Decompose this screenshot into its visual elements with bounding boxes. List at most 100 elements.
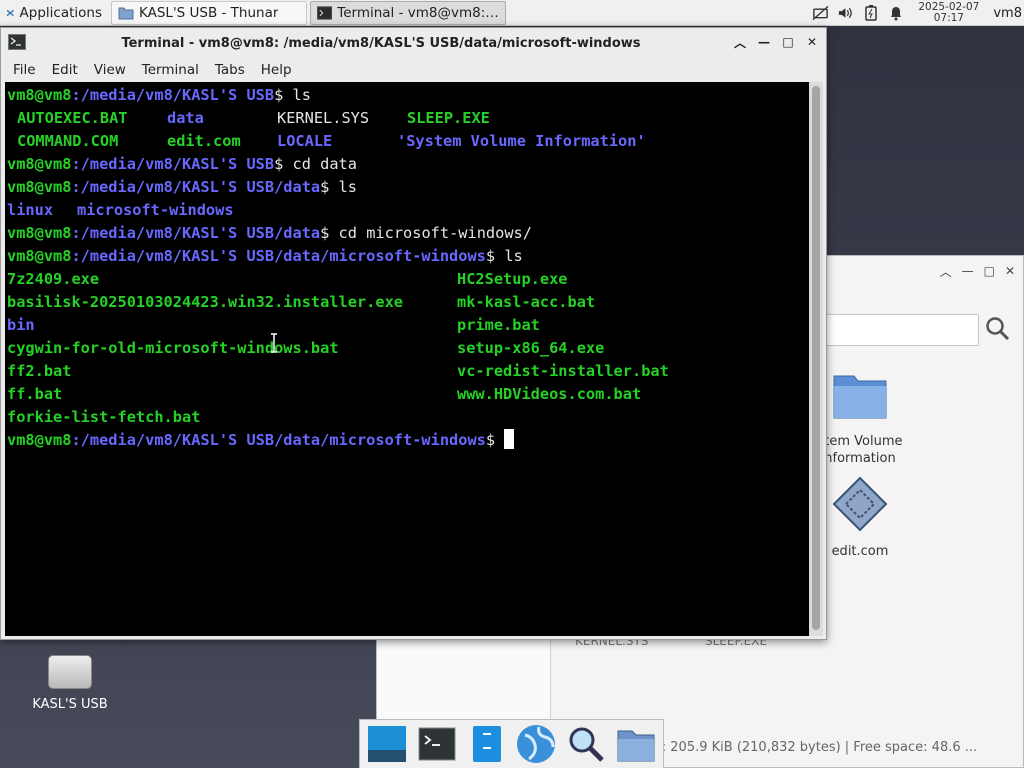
executable-file-icon — [832, 476, 888, 532]
ls-entry: microsoft-windows — [77, 201, 234, 219]
file-manager-launcher-icon[interactable] — [465, 722, 509, 766]
ls-entry: bin — [7, 316, 35, 334]
menu-view[interactable]: View — [86, 62, 134, 78]
taskbar-thunar-button[interactable]: KASL'S USB - Thunar — [111, 0, 307, 25]
desktop-usb-drive[interactable]: KASL'S USB — [30, 655, 110, 712]
command-text: $ cd microsoft-windows/ — [320, 224, 532, 242]
terminal-launcher-icon[interactable] — [415, 722, 459, 766]
command-text: $ cd data — [274, 155, 357, 173]
ls-entry: data — [167, 109, 204, 127]
dock — [359, 719, 664, 768]
menu-edit[interactable]: Edit — [44, 62, 86, 78]
network-icon[interactable] — [812, 5, 829, 22]
ls-output-line: COMMAND.COM edit.com LOCALE 'System Volume … — [7, 130, 809, 153]
ls-entry: prime.bat — [457, 316, 540, 334]
user-menu[interactable]: vm8 — [993, 6, 1022, 21]
command-text: $ ls — [485, 247, 523, 265]
maximize-icon[interactable]: □ — [984, 264, 995, 278]
prompt-path: :/media/vm8/KASL'S USB — [71, 155, 275, 173]
xfce-logo-icon — [6, 9, 14, 16]
minimize-icon[interactable]: — — [756, 34, 772, 50]
ls-entry: vc-redist-installer.bat — [457, 362, 669, 380]
command-text: $ ls — [274, 86, 311, 104]
ls-entry: edit.com — [167, 132, 241, 150]
folder-item-system-volume[interactable]: stem Volume nformation — [815, 364, 905, 467]
ls-output-line: basilisk-20250103024423.win32.installer.… — [7, 291, 809, 314]
battery-icon[interactable] — [862, 5, 879, 22]
taskbar-thunar-label: KASL'S USB - Thunar — [139, 4, 279, 21]
prompt-line: vm8@vm8:/media/vm8/KASL'S USB/data/micro… — [7, 245, 809, 268]
file-item-edit-com[interactable]: edit.com — [815, 474, 905, 560]
prompt-line: vm8@vm8:/media/vm8/KASL'S USB/data$ ls — [7, 176, 809, 199]
ls-entry: COMMAND.COM — [17, 132, 119, 150]
folder-launcher-icon[interactable] — [614, 722, 658, 766]
usb-drive-icon — [48, 655, 92, 689]
prompt-path: :/media/vm8/KASL'S USB — [71, 86, 275, 104]
web-browser-launcher-icon[interactable] — [514, 722, 558, 766]
prompt-line: vm8@vm8:/media/vm8/KASL'S USB/data$ cd m… — [7, 222, 809, 245]
ls-entry: HC2Setup.exe — [457, 270, 568, 288]
folder-icon — [118, 7, 134, 19]
clock[interactable]: 2025-02-07 07:17 — [918, 2, 979, 24]
volume-icon[interactable] — [837, 5, 854, 22]
thunar-statusbar: es: 205.9 KiB (210,832 bytes) | Free spa… — [647, 740, 978, 755]
prompt-user: vm8@vm8 — [7, 247, 72, 265]
close-icon[interactable]: ✕ — [1005, 264, 1015, 278]
prompt-user: vm8@vm8 — [7, 224, 72, 242]
maximize-icon[interactable]: □ — [780, 34, 796, 50]
search-icon[interactable] — [985, 316, 1011, 344]
top-panel: Applications KASL'S USB - Thunar Termina… — [0, 0, 1024, 26]
minimize-icon[interactable]: — — [962, 264, 974, 278]
ls-entry: mk-kasl-acc.bat — [457, 293, 596, 311]
prompt-path: :/media/vm8/KASL'S USB/data/microsoft-wi… — [71, 247, 486, 265]
close-icon[interactable]: ✕ — [804, 34, 820, 50]
menu-help[interactable]: Help — [253, 62, 300, 78]
terminal-scrollbar[interactable] — [809, 82, 823, 636]
taskbar-terminal-button[interactable]: Terminal - vm8@vm8: /... — [310, 0, 506, 25]
prompt-user: vm8@vm8 — [7, 86, 72, 104]
terminal-window[interactable]: Terminal - vm8@vm8: /media/vm8/KASL'S US… — [0, 27, 827, 640]
chevron-up-icon[interactable]: ︿ — [940, 263, 952, 280]
terminal-output[interactable]: vm8@vm8:/media/vm8/KASL'S USB$ ls AUTOEX… — [5, 82, 809, 636]
ls-output-line: ff.bat www.HDVideos.com.bat — [7, 383, 809, 406]
prompt-line: vm8@vm8:/media/vm8/KASL'S USB$ cd data — [7, 153, 809, 176]
ibeam-cursor-icon — [271, 333, 277, 353]
ls-entry: LOCALE — [277, 132, 333, 150]
ls-output-line: bin prime.bat — [7, 314, 809, 337]
ls-entry: basilisk-20250103024423.win32.installer.… — [7, 293, 404, 311]
ls-entry: ff.bat — [7, 385, 63, 403]
scrollbar-thumb[interactable] — [812, 86, 820, 630]
ls-entry: www.HDVideos.com.bat — [457, 385, 642, 403]
ls-entry: 7z2409.exe — [7, 270, 100, 288]
menu-terminal[interactable]: Terminal — [134, 62, 207, 78]
ls-entry: SLEEP.EXE — [407, 109, 490, 127]
terminal-menubar: File Edit View Terminal Tabs Help — [1, 58, 826, 82]
clock-time: 07:17 — [933, 12, 964, 24]
ls-entry: linux — [7, 201, 54, 219]
ls-entry: KERNEL.SYS — [277, 109, 370, 127]
notification-bell-icon[interactable] — [887, 5, 904, 22]
ls-entry: ff2.bat — [7, 362, 72, 380]
ls-entry: setup-x86_64.exe — [457, 339, 605, 357]
app-finder-launcher-icon[interactable] — [564, 722, 608, 766]
prompt-user: vm8@vm8 — [7, 155, 72, 173]
folder-icon — [833, 375, 887, 419]
ls-entry: cygwin-for-old-microsoft-windows.bat — [7, 339, 339, 357]
command-text: $ — [485, 431, 505, 449]
ls-output-line: forkie-list-fetch.bat — [7, 406, 809, 429]
file-item-label: edit.com — [831, 544, 889, 559]
menu-file[interactable]: File — [5, 62, 44, 78]
menu-tabs[interactable]: Tabs — [207, 62, 253, 78]
window-controls: ︿ — □ ✕ — [732, 34, 820, 50]
show-desktop-icon[interactable] — [365, 722, 409, 766]
ls-output-line: AUTOEXEC.BAT data KERNEL.SYS SLEEP.EXE — [7, 107, 809, 130]
system-tray: 2025-02-07 07:17 vm8 — [812, 0, 1024, 26]
prompt-user: vm8@vm8 — [7, 431, 72, 449]
chevron-up-icon[interactable]: ︿ — [732, 34, 748, 50]
terminal-titlebar[interactable]: Terminal - vm8@vm8: /media/vm8/KASL'S US… — [1, 28, 826, 58]
applications-menu-button[interactable]: Applications — [0, 1, 108, 25]
terminal-icon — [317, 5, 333, 20]
thunar-search-input[interactable] — [817, 314, 979, 346]
ls-output-line: ff2.bat vc-redist-installer.bat — [7, 360, 809, 383]
folder-item-label: stem Volume nformation — [817, 434, 903, 466]
